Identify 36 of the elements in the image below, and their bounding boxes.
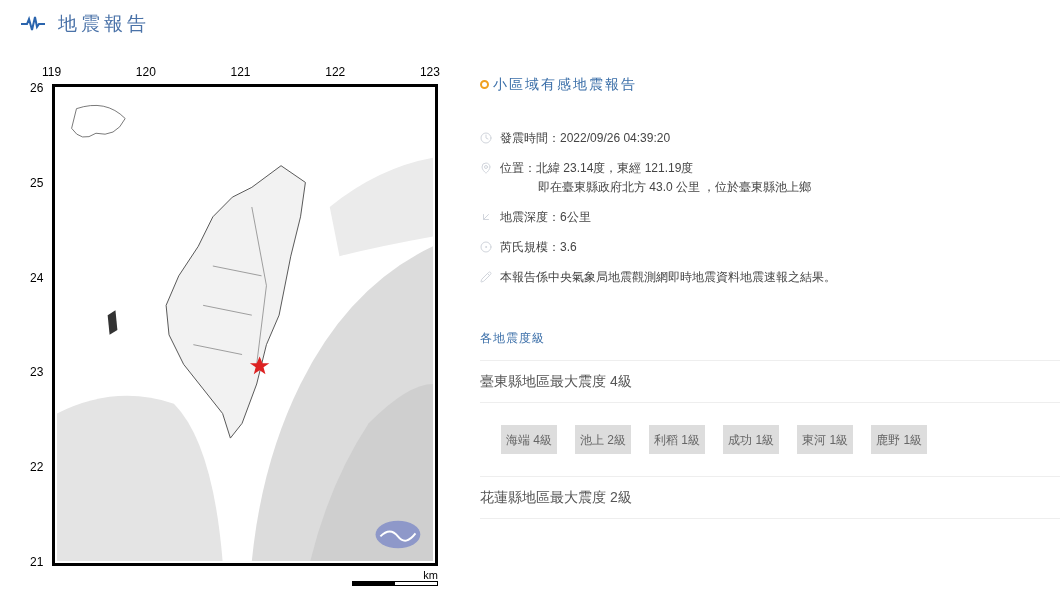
detail-text: 本報告係中央氣象局地震觀測網即時地震資料地震速報之結果。 bbox=[500, 269, 836, 286]
pin-icon bbox=[480, 162, 492, 174]
page-title: 地震報告 bbox=[58, 11, 150, 36]
detail-text: 位置：北緯 23.14度，東經 121.19度 bbox=[500, 160, 695, 177]
longitude-label: 120 bbox=[135, 66, 156, 81]
arrow-icon bbox=[480, 211, 492, 223]
latitude-label: 24 bbox=[30, 271, 45, 284]
detail-text: 發震時間：2022/09/26 04:39:20 bbox=[500, 130, 671, 147]
latitude-label: 25 bbox=[30, 176, 45, 189]
latitude-label: 22 bbox=[30, 461, 45, 474]
station-tag: 鹿野 1級 bbox=[871, 425, 928, 454]
latitude-label: 23 bbox=[30, 366, 45, 379]
clock-icon bbox=[480, 132, 492, 144]
detail-text: 芮氏規模：3.6 bbox=[500, 239, 577, 256]
waveform-icon bbox=[20, 16, 46, 32]
detail-text: 地震深度：6公里 bbox=[500, 209, 591, 226]
longitude-label: 121 bbox=[230, 66, 251, 81]
section-heading: 各地震度級 bbox=[480, 330, 546, 347]
detail-text: 即在臺東縣政府北方 43.0 公里 ，位於臺東縣池上鄉 bbox=[537, 179, 812, 196]
station-tag: 成功 1級 bbox=[723, 425, 780, 454]
report-title: 小區域有感地震報告 bbox=[493, 75, 637, 94]
scale-unit: km bbox=[423, 570, 438, 581]
longitude-label: 119 bbox=[42, 66, 62, 81]
station-tag: 利稻 1級 bbox=[649, 425, 706, 454]
bullet-icon bbox=[480, 80, 489, 89]
station-tag: 東河 1級 bbox=[797, 425, 854, 454]
region-title: 花蓮縣地區最大震度 2級 bbox=[480, 488, 632, 507]
station-tag: 池上 2級 bbox=[575, 425, 632, 454]
pencil-icon bbox=[480, 271, 492, 283]
region-title: 臺東縣地區最大震度 4級 bbox=[480, 372, 632, 391]
circle-icon bbox=[480, 241, 492, 253]
longitude-label: 122 bbox=[325, 66, 346, 81]
latitude-label: 21 bbox=[30, 556, 45, 568]
latitude-label: 26 bbox=[30, 82, 45, 94]
longitude-label: 123 bbox=[419, 66, 440, 81]
station-tag: 海端 4級 bbox=[501, 425, 557, 454]
